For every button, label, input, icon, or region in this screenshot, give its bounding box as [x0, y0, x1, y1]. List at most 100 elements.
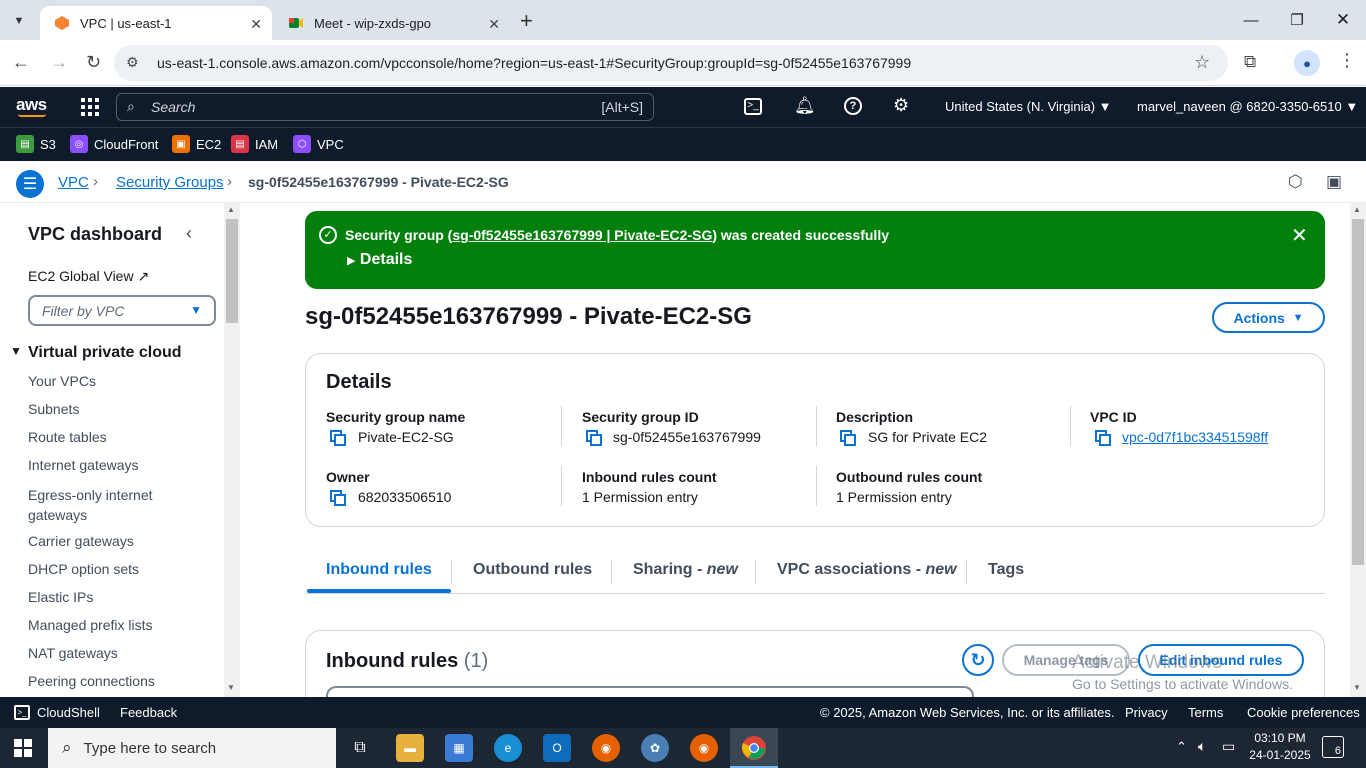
- maximize-icon[interactable]: ❐: [1274, 0, 1320, 40]
- favorite-s3[interactable]: ▤ S3: [16, 135, 56, 153]
- close-tab-icon[interactable]: ✕: [250, 16, 262, 33]
- copy-icon[interactable]: [1095, 430, 1111, 446]
- hamburger-menu-icon[interactable]: ☰: [16, 170, 44, 198]
- copy-icon[interactable]: [840, 430, 856, 446]
- expand-caret-icon[interactable]: ▼: [10, 344, 22, 358]
- reload-icon[interactable]: ↻: [86, 52, 101, 73]
- microsoft-store-icon[interactable]: ▦: [445, 734, 473, 762]
- sidebar-item-dhcp[interactable]: DHCP option sets: [28, 561, 139, 577]
- windows-start-icon[interactable]: [14, 739, 32, 757]
- browser-tab-vpc[interactable]: VPC | us-east-1 ✕: [40, 6, 272, 40]
- flash-sg-link[interactable]: sg-0f52455e163767999 | Pivate-EC2-SG: [452, 227, 712, 243]
- show-hidden-icons-icon[interactable]: ⌃: [1176, 739, 1187, 755]
- outlook-icon[interactable]: O: [543, 734, 571, 762]
- notification-center-icon[interactable]: 6: [1322, 736, 1344, 758]
- rules-search-input[interactable]: [326, 686, 974, 697]
- filter-by-vpc-select[interactable]: Filter by VPC ▼: [28, 295, 216, 326]
- settings-gear-icon[interactable]: ⚙: [893, 95, 909, 116]
- sidebar-item-your-vpcs[interactable]: Your VPCs: [28, 373, 96, 389]
- sidebar-item-elastic-ips[interactable]: Elastic IPs: [28, 589, 93, 605]
- breadcrumb-vpc[interactable]: VPC: [58, 174, 89, 191]
- url-text[interactable]: us-east-1.console.aws.amazon.com/vpccons…: [157, 55, 911, 71]
- sidebar-item-carrier-gateways[interactable]: Carrier gateways: [28, 533, 134, 549]
- region-selector[interactable]: United States (N. Virginia) ▼: [945, 99, 1112, 114]
- sidebar-section-vpc[interactable]: Virtual private cloud: [28, 344, 182, 362]
- sidebar-item-internet-gateways[interactable]: Internet gateways: [28, 457, 139, 473]
- dismiss-flash-icon[interactable]: ✕: [1291, 223, 1308, 248]
- actions-button[interactable]: Actions ▼: [1212, 302, 1325, 333]
- file-explorer-icon[interactable]: ▬: [396, 734, 424, 762]
- browser-tab-meet[interactable]: Meet - wip-zxds-gpo ✕: [274, 6, 510, 40]
- tab-tags[interactable]: Tags: [988, 561, 1024, 579]
- copy-icon[interactable]: [330, 430, 346, 446]
- firefox-icon[interactable]: ◉: [592, 734, 620, 762]
- sidebar-item-prefix-lists[interactable]: Managed prefix lists: [28, 617, 153, 633]
- scroll-up-icon[interactable]: ▲: [227, 205, 235, 214]
- chrome-taskbar-button[interactable]: [730, 728, 778, 768]
- sidebar-item-egress-only[interactable]: Egress-only internet gateways: [28, 485, 178, 525]
- tab-inbound-rules[interactable]: Inbound rules: [326, 561, 432, 579]
- main-scrollbar[interactable]: ▲ ▼: [1350, 203, 1366, 697]
- favorite-vpc[interactable]: ⬡ VPC: [293, 135, 344, 153]
- address-bar[interactable]: ⚙ us-east-1.console.aws.amazon.com/vpcco…: [114, 45, 1228, 81]
- feedback-link[interactable]: Feedback: [120, 705, 177, 720]
- copy-icon[interactable]: [330, 490, 346, 506]
- scrollbar-thumb[interactable]: [226, 219, 238, 323]
- new-tab-icon[interactable]: +: [520, 8, 533, 34]
- privacy-link[interactable]: Privacy: [1125, 705, 1168, 720]
- back-icon[interactable]: ←: [12, 52, 30, 73]
- cookie-preferences-link[interactable]: Cookie preferences: [1247, 705, 1360, 720]
- favorite-cloudfront[interactable]: ◎ CloudFront: [70, 135, 158, 153]
- scrollbar-thumb[interactable]: [1352, 219, 1364, 565]
- favorite-ec2[interactable]: ▣ EC2: [172, 135, 221, 153]
- sidebar-item-peering[interactable]: Peering connections: [28, 673, 155, 689]
- extensions-icon[interactable]: ⧉: [1244, 52, 1256, 72]
- sidebar-item-nat-gateways[interactable]: NAT gateways: [28, 645, 118, 661]
- volume-icon[interactable]: 🔈︎: [1198, 738, 1206, 755]
- scroll-up-icon[interactable]: ▲: [1353, 205, 1361, 214]
- forward-icon[interactable]: →: [50, 52, 68, 73]
- flash-details-toggle[interactable]: ▶ Details: [347, 251, 412, 269]
- sidebar-scrollbar[interactable]: ▲ ▼: [224, 203, 240, 697]
- terms-link[interactable]: Terms: [1188, 705, 1223, 720]
- aws-logo[interactable]: aws: [16, 95, 47, 115]
- favorite-iam[interactable]: ▤ IAM: [231, 135, 278, 153]
- firefox-icon[interactable]: ◉: [690, 734, 718, 762]
- tab-vpc-associations[interactable]: VPC associations - new: [777, 561, 957, 579]
- scroll-down-icon[interactable]: ▼: [1353, 683, 1361, 692]
- clock-date[interactable]: 24-01-2025: [1247, 748, 1313, 762]
- copy-icon[interactable]: [586, 430, 602, 446]
- sidebar-item-subnets[interactable]: Subnets: [28, 401, 79, 417]
- bookmark-star-icon[interactable]: ☆: [1194, 52, 1210, 73]
- profile-avatar[interactable]: ●: [1294, 50, 1320, 76]
- cloudshell-link[interactable]: CloudShell: [37, 705, 100, 720]
- tab-search-icon[interactable]: ▼: [8, 10, 30, 32]
- notifications-bell-icon[interactable]: 🔔︎: [794, 96, 816, 116]
- app-icon[interactable]: ✿: [641, 734, 669, 762]
- ec2-global-view-link[interactable]: EC2 Global View ↗: [28, 268, 149, 285]
- network-icon[interactable]: ▭: [1222, 738, 1235, 755]
- scroll-down-icon[interactable]: ▼: [227, 683, 235, 692]
- collapse-sidebar-icon[interactable]: ‹: [186, 223, 192, 244]
- cloudshell-icon[interactable]: >_: [744, 98, 762, 115]
- site-info-icon[interactable]: ⚙: [126, 54, 139, 71]
- tools-panel-icon[interactable]: ▣: [1326, 172, 1342, 192]
- tab-sharing[interactable]: Sharing - new: [633, 561, 738, 579]
- close-window-icon[interactable]: ✕: [1320, 0, 1366, 40]
- minimize-icon[interactable]: —: [1228, 0, 1274, 40]
- aws-search-input[interactable]: ⌕ Search [Alt+S]: [116, 93, 654, 121]
- help-icon[interactable]: ?: [844, 97, 862, 115]
- refresh-button[interactable]: ↻: [962, 644, 994, 676]
- vpc-id-link[interactable]: vpc-0d7f1bc33451598ff: [1122, 429, 1268, 445]
- sidebar-item-route-tables[interactable]: Route tables: [28, 429, 107, 445]
- chrome-menu-icon[interactable]: ⋮: [1338, 50, 1356, 71]
- breadcrumb-security-groups[interactable]: Security Groups: [116, 174, 224, 191]
- close-tab-icon[interactable]: ✕: [488, 16, 500, 33]
- info-panel-icon[interactable]: ⬡: [1288, 172, 1303, 192]
- services-grid-icon[interactable]: [80, 97, 100, 117]
- tab-outbound-rules[interactable]: Outbound rules: [473, 561, 592, 579]
- taskbar-search[interactable]: ⌕ Type here to search: [48, 728, 336, 768]
- edge-icon[interactable]: e: [494, 734, 522, 762]
- account-menu[interactable]: marvel_naveen @ 6820-3350-6510 ▼: [1137, 99, 1358, 114]
- clock-time[interactable]: 03:10 PM: [1250, 731, 1310, 745]
